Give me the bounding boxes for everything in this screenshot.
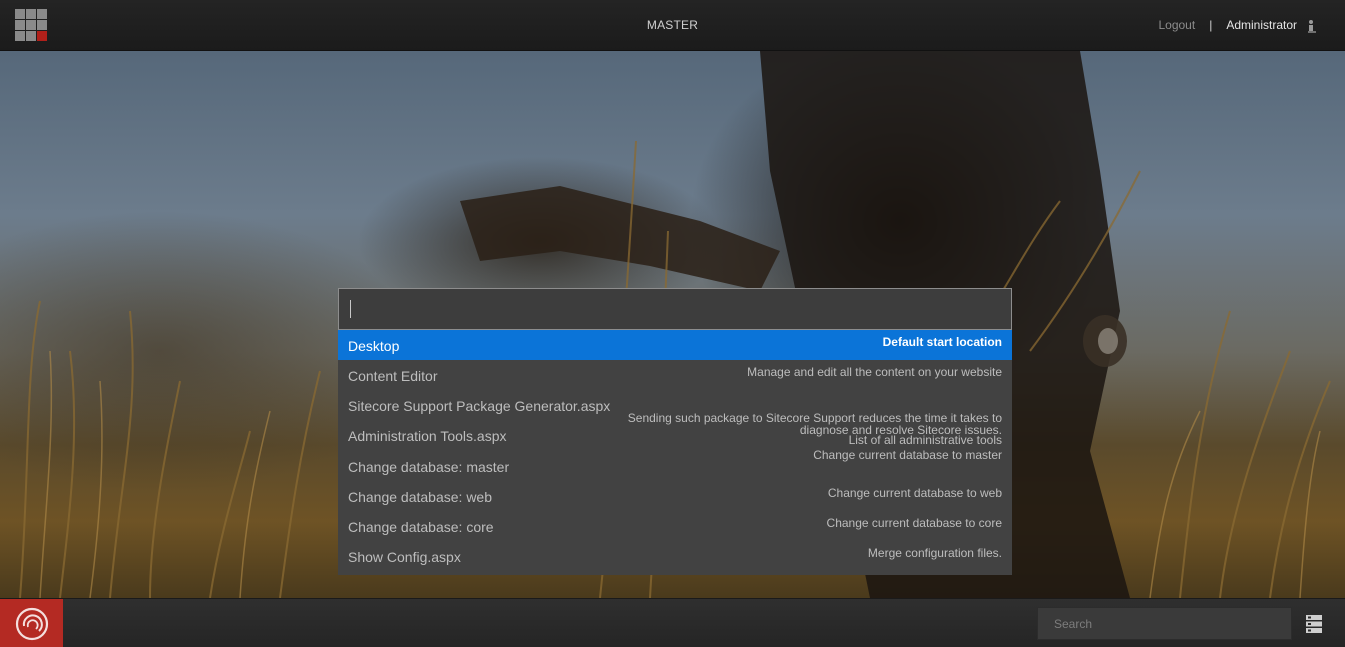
sitecore-logo-icon xyxy=(15,607,48,640)
result-description: Change current database to web xyxy=(827,486,1002,500)
result-description: List of all administrative tools xyxy=(848,433,1002,447)
result-description: Manage and edit all the content on your … xyxy=(747,365,1002,379)
result-description: Merge configuration files. xyxy=(867,546,1002,560)
header-separator: | xyxy=(1209,18,1213,32)
result-name: Change database: core xyxy=(348,519,494,535)
text-caret xyxy=(350,300,351,318)
result-name: Show Config.aspx xyxy=(348,549,461,565)
result-name: Change database: master xyxy=(348,459,510,475)
user-icon xyxy=(1307,19,1317,33)
result-name: Change database: web xyxy=(348,489,492,505)
search-results-list: Desktop Default start location Content E… xyxy=(338,330,1012,575)
result-description: Change current database to core xyxy=(826,516,1002,530)
start-button[interactable] xyxy=(0,599,63,647)
result-content-editor[interactable]: Content Editor Manage and edit all the c… xyxy=(338,360,1012,390)
user-area: Logout | Administrator xyxy=(1158,18,1317,33)
result-change-database-web[interactable]: Change database: web Change current data… xyxy=(338,481,1012,511)
result-change-database-master[interactable]: Change database: master Change current d… xyxy=(338,448,1012,481)
result-support-package-generator[interactable]: Sitecore Support Package Generator.aspx … xyxy=(338,390,1012,436)
result-administration-tools[interactable]: Administration Tools.aspx List of all ad… xyxy=(338,420,1012,451)
result-name: Content Editor xyxy=(348,368,438,384)
top-bar: MASTER Logout | Administrator xyxy=(0,0,1345,51)
current-database-label: MASTER xyxy=(646,18,699,32)
result-change-database-core[interactable]: Change database: core Change current dat… xyxy=(338,511,1012,541)
result-name: Administration Tools.aspx xyxy=(348,428,507,444)
taskbar-search-input[interactable] xyxy=(1037,607,1292,640)
logout-link[interactable]: Logout xyxy=(1158,18,1195,32)
result-description: Change current database to master xyxy=(813,448,1002,462)
result-desktop[interactable]: Desktop Default start location xyxy=(338,330,1012,360)
result-name: Desktop xyxy=(348,338,400,354)
username-label[interactable]: Administrator xyxy=(1226,18,1297,32)
command-search-input[interactable] xyxy=(338,288,1012,330)
server-stack-icon[interactable] xyxy=(1305,614,1323,634)
taskbar xyxy=(0,598,1345,647)
result-description: Default start location xyxy=(882,335,1002,349)
result-name: Sitecore Support Package Generator.aspx xyxy=(348,398,611,414)
command-search-popup: Desktop Default start location Content E… xyxy=(338,288,1012,575)
result-show-config[interactable]: Show Config.aspx Merge configuration fil… xyxy=(338,541,1012,571)
